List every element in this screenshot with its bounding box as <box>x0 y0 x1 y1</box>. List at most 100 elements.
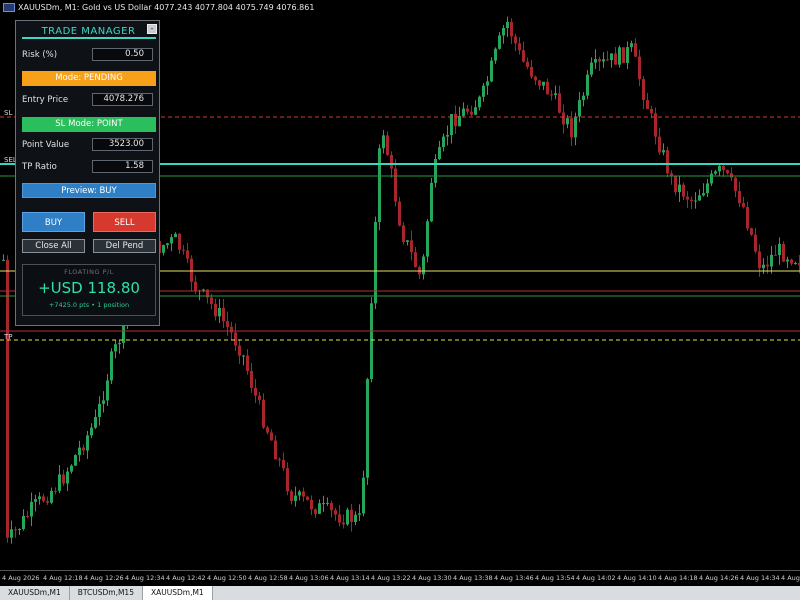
candle-body <box>318 503 321 514</box>
chart-tab[interactable]: XAUUSDm,M1 <box>142 586 213 600</box>
candle-body <box>602 59 605 62</box>
sell-button[interactable]: SELL <box>93 212 156 232</box>
candle-body <box>110 351 113 381</box>
candle-body <box>774 254 777 256</box>
candle-body <box>434 159 437 183</box>
chart-window-icon <box>3 2 15 12</box>
candle-body <box>390 154 393 169</box>
candle-body <box>6 259 9 538</box>
candle-body <box>718 166 721 172</box>
candle-body <box>314 509 317 514</box>
candle-body <box>338 514 341 523</box>
candle-body <box>502 28 505 36</box>
candle-body <box>430 182 433 222</box>
candle-body <box>714 171 717 174</box>
tp-ratio-input[interactable]: 1.58 <box>92 160 153 173</box>
time-axis-label: 4 Aug 12:34 <box>125 574 165 582</box>
point-value-input[interactable]: 3523.00 <box>92 138 153 151</box>
preview-button[interactable]: Preview: BUY <box>22 183 156 198</box>
candle-body <box>218 307 221 317</box>
mode-button[interactable]: Mode: PENDING <box>22 71 156 86</box>
candle-body <box>726 170 729 174</box>
candle-body <box>398 201 401 226</box>
candle-body <box>74 455 77 466</box>
candle-body <box>226 321 229 327</box>
candle-body <box>322 503 325 505</box>
candle-body <box>86 435 89 451</box>
candle-body <box>302 491 305 497</box>
candle-body <box>90 427 93 436</box>
candle-body <box>234 332 237 346</box>
candle-body <box>486 81 489 86</box>
candle-body <box>610 53 613 61</box>
candle-body <box>266 427 269 433</box>
candle-body <box>686 196 689 200</box>
time-axis-label: 4 Aug 14:34 <box>740 574 780 582</box>
candle-body <box>362 477 365 514</box>
candle-body <box>310 499 313 510</box>
candle-body <box>730 173 733 178</box>
candle-body <box>454 114 457 127</box>
candle-body <box>170 237 173 244</box>
candle-body <box>286 468 289 492</box>
chart-tabs: XAUUSDm,M1 BTCUSDm,M15 XAUUSDm,M1 <box>0 586 800 600</box>
candle-body <box>326 502 329 504</box>
candle-body <box>658 136 661 153</box>
risk-input[interactable]: 0.50 <box>92 48 153 61</box>
trade-manager-title: TRADE MANAGER <box>41 26 136 37</box>
candle-body <box>766 264 769 267</box>
candle-body <box>666 150 669 174</box>
chart-title: XAUUSDm, M1: Gold vs US Dollar 4077.243 … <box>18 2 315 12</box>
candle-body <box>578 100 581 117</box>
candle-body <box>482 85 485 97</box>
candle-body <box>370 303 373 380</box>
candle-body <box>10 529 13 538</box>
candle-body <box>18 528 21 530</box>
candle-body <box>762 264 765 269</box>
candle-body <box>406 240 409 242</box>
candle-body <box>690 199 693 202</box>
candle-body <box>558 93 561 113</box>
minimize-button[interactable]: - <box>147 24 157 34</box>
time-axis-label: 4 Aug 13:30 <box>412 574 452 582</box>
time-axis-label: 4 Aug 2026 <box>2 574 40 582</box>
candle-body <box>422 256 425 275</box>
delete-pending-button[interactable]: Del Pend <box>93 239 156 253</box>
candle-body <box>230 326 233 333</box>
candle-body <box>702 193 705 196</box>
candle-body <box>490 60 493 82</box>
candle-body <box>186 250 189 259</box>
candle-body <box>598 59 601 62</box>
candle-body <box>594 59 597 63</box>
candle-body <box>82 447 85 451</box>
time-axis-label: 4 Aug 12:26 <box>84 574 124 582</box>
candle-body <box>786 259 789 262</box>
candle-body <box>442 136 445 148</box>
candle-body <box>734 177 737 192</box>
floating-pl-box: FLOATING P/L +USD 118.80 +7425.0 pts • 1… <box>22 264 156 316</box>
buy-button[interactable]: BUY <box>22 212 85 232</box>
candle-body <box>470 111 473 115</box>
candle-body <box>674 175 677 193</box>
candle-body <box>214 303 217 317</box>
time-axis-label: 4 Aug 14:18 <box>658 574 698 582</box>
candle-body <box>162 245 165 253</box>
time-axis-label: 4 Aug 13:06 <box>289 574 329 582</box>
candle-body <box>510 21 513 37</box>
candle-body <box>334 510 337 515</box>
entry-price-input[interactable]: 4078.276 <box>92 93 153 106</box>
candle-body <box>634 43 637 57</box>
sl-mode-button[interactable]: SL Mode: POINT <box>22 117 156 132</box>
candle-body <box>58 474 61 491</box>
candle-body <box>698 195 701 201</box>
candle-body <box>566 118 569 125</box>
candle-body <box>738 191 741 204</box>
candle-body <box>78 447 81 456</box>
candle-body <box>354 514 357 523</box>
candle-body <box>282 460 285 469</box>
chart-tab[interactable]: BTCUSDm,M15 <box>70 586 143 600</box>
candle-body <box>62 474 65 484</box>
close-all-button[interactable]: Close All <box>22 239 85 253</box>
chart-tab[interactable]: XAUUSDm,M1 <box>0 586 70 600</box>
candle-body <box>34 499 37 502</box>
